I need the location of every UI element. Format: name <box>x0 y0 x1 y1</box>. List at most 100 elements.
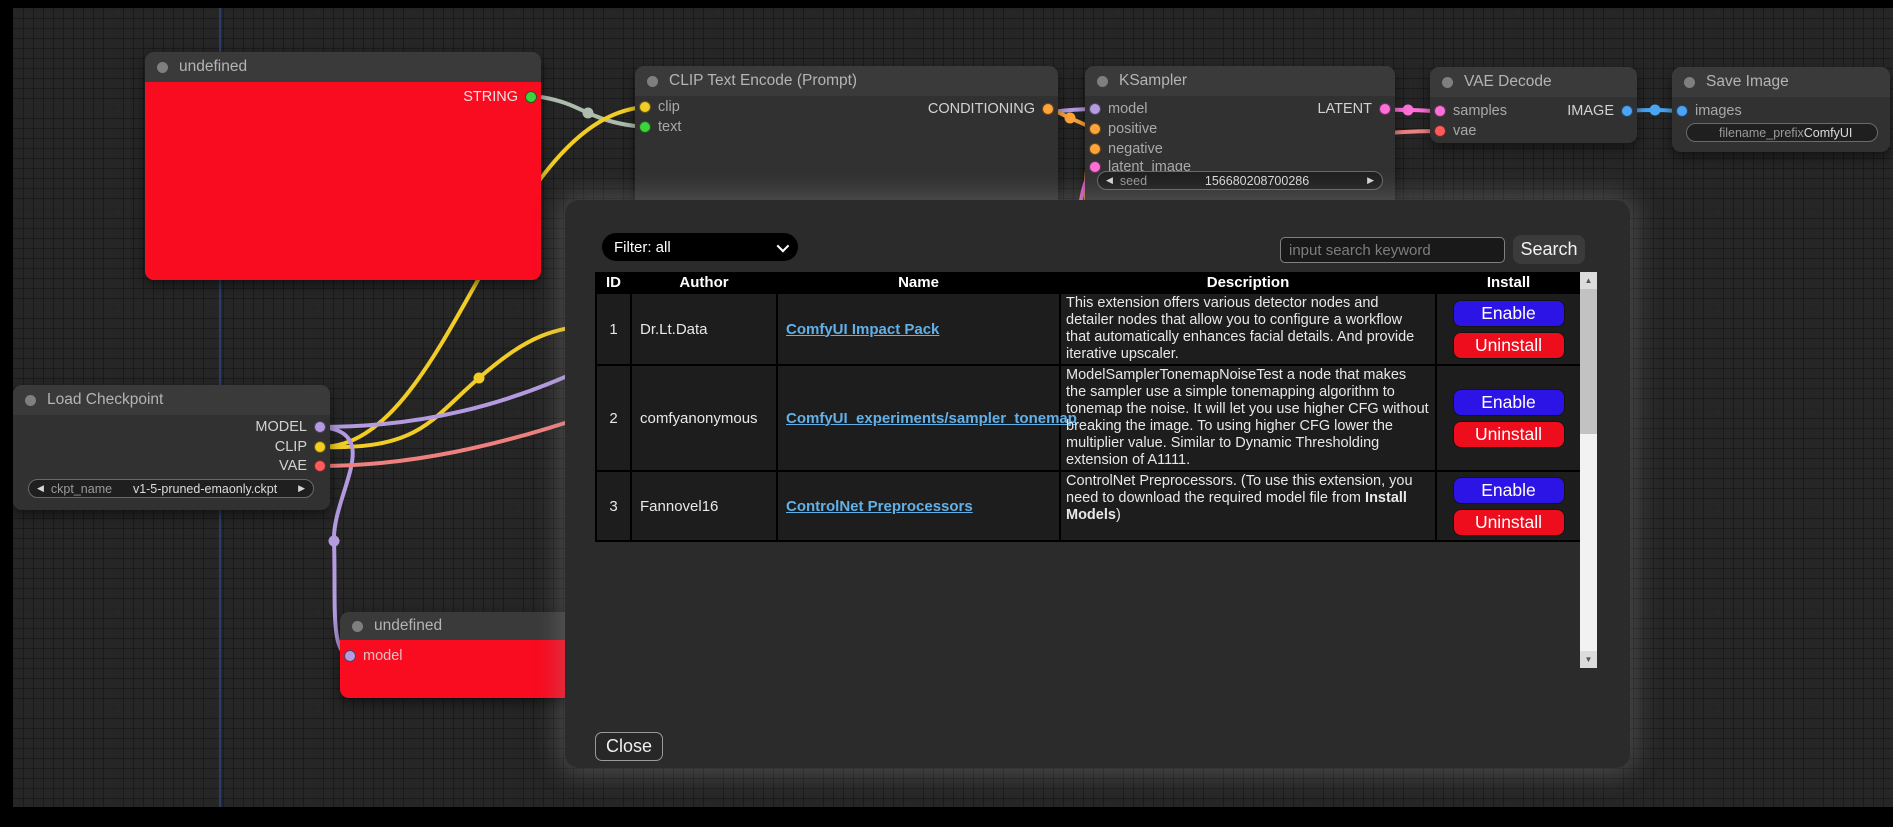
output-dot-model[interactable] <box>314 421 326 433</box>
node-title: undefined <box>374 617 442 635</box>
collapse-dot-icon[interactable] <box>1442 77 1453 88</box>
output-slot-model: MODEL <box>255 418 326 436</box>
cell-id: 1 <box>596 293 631 365</box>
search-button[interactable]: Search <box>1513 235 1585 264</box>
input-dot-model[interactable] <box>344 650 356 662</box>
output-dot-latent[interactable] <box>1379 103 1391 115</box>
input-slot-negative: negative <box>1089 140 1163 158</box>
search-input[interactable] <box>1280 237 1505 263</box>
input-slot-text: text <box>639 118 681 136</box>
cell-description: This extension offers various detector n… <box>1060 293 1436 365</box>
node-title: CLIP Text Encode (Prompt) <box>669 72 857 90</box>
cell-install: Enable Uninstall <box>1436 471 1581 541</box>
description-text: This extension offers various detector n… <box>1066 295 1414 362</box>
collapse-dot-icon[interactable] <box>1684 77 1695 88</box>
extensions-table: ID Author Name Description Install 1Dr.L… <box>595 272 1582 542</box>
cell-id: 3 <box>596 471 631 541</box>
node-vae-decode[interactable]: VAE Decode samples vae IMAGE <box>1430 67 1637 143</box>
increment-arrow-icon[interactable]: ▶ <box>298 484 305 493</box>
output-slot-vae: VAE <box>279 457 326 475</box>
output-slot-latent: LATENT <box>1317 100 1391 118</box>
input-dot-clip[interactable] <box>639 101 651 113</box>
input-slot-clip: clip <box>639 98 680 116</box>
input-slot-positive: positive <box>1089 120 1157 138</box>
decrement-arrow-icon[interactable]: ◀ <box>37 484 44 493</box>
collapse-dot-icon[interactable] <box>1097 76 1108 87</box>
table-row: 1Dr.Lt.Data ComfyUI Impact Pack This exten… <box>596 293 1581 365</box>
cell-description: ModelSamplerTonemapNoiseTest a node that… <box>1060 365 1436 471</box>
table-header-row: ID Author Name Description Install <box>596 272 1581 293</box>
input-dot-positive[interactable] <box>1089 123 1101 135</box>
output-dot-conditioning[interactable] <box>1042 103 1054 115</box>
input-dot-negative[interactable] <box>1089 143 1101 155</box>
ckpt-name-widget[interactable]: ◀ ckpt_name v1-5-pruned-emaonly.ckpt ▶ <box>28 479 314 498</box>
node-load-checkpoint[interactable]: Load Checkpoint MODEL CLIP VAE ◀ ckpt_na… <box>13 385 330 510</box>
scroll-up-icon[interactable]: ▲ <box>1580 272 1597 289</box>
uninstall-button[interactable]: Uninstall <box>1453 332 1565 359</box>
input-dot-samples[interactable] <box>1434 105 1446 117</box>
enable-button[interactable]: Enable <box>1453 300 1565 327</box>
collapse-dot-icon[interactable] <box>647 76 658 87</box>
output-slot-string: STRING <box>463 88 537 106</box>
output-dot-image[interactable] <box>1621 105 1633 117</box>
col-header-description: Description <box>1060 272 1436 293</box>
input-dot-text[interactable] <box>639 121 651 133</box>
col-header-author: Author <box>631 272 777 293</box>
node-title: KSampler <box>1119 72 1187 90</box>
output-slot-clip: CLIP <box>275 438 326 456</box>
enable-button[interactable]: Enable <box>1453 389 1565 416</box>
node-undefined-top[interactable]: undefined STRING <box>145 52 541 280</box>
seed-widget[interactable]: ◀ seed 156680208700286 ▶ <box>1097 171 1383 190</box>
col-header-name: Name <box>777 272 1060 293</box>
cell-description: ControlNet Preprocessors. (To use this e… <box>1060 471 1436 541</box>
cell-install: Enable Uninstall <box>1436 365 1581 471</box>
decrement-arrow-icon[interactable]: ◀ <box>1106 176 1113 185</box>
input-slot-images: images <box>1676 102 1742 120</box>
node-title: Load Checkpoint <box>47 391 163 409</box>
input-slot-samples: samples <box>1434 102 1507 120</box>
extension-link[interactable]: ComfyUI_experiments/sampler_tonemap <box>786 410 1077 427</box>
cell-install: Enable Uninstall <box>1436 293 1581 365</box>
cell-author: Fannovel16 <box>631 471 777 541</box>
collapse-dot-icon[interactable] <box>352 621 363 632</box>
table-scrollbar[interactable]: ▲ ▼ <box>1580 272 1597 668</box>
node-ksampler[interactable]: KSampler model positive negative latent_… <box>1085 66 1395 211</box>
uninstall-button[interactable]: Uninstall <box>1453 421 1565 448</box>
cell-author: comfyanonymous <box>631 365 777 471</box>
collapse-dot-icon[interactable] <box>157 62 168 73</box>
chevron-down-icon <box>777 239 790 252</box>
cell-author: Dr.Lt.Data <box>631 293 777 365</box>
description-text: ) <box>1116 507 1121 523</box>
collapse-dot-icon[interactable] <box>25 395 36 406</box>
uninstall-button[interactable]: Uninstall <box>1453 509 1565 536</box>
node-clip-text-encode[interactable]: CLIP Text Encode (Prompt) clip text COND… <box>635 66 1058 211</box>
custom-nodes-dialog: Filter: all Search ID Author Name Descri… <box>565 200 1630 768</box>
scrollbar-thumb[interactable] <box>1580 289 1597 434</box>
output-dot-clip[interactable] <box>314 441 326 453</box>
col-header-id: ID <box>596 272 631 293</box>
input-slot-model: model <box>1089 100 1148 118</box>
table-row: 2comfyanonymousComfyUI_experiments/sampl… <box>596 365 1581 471</box>
extensions-table-body: 1Dr.Lt.Data ComfyUI Impact Pack This exten… <box>596 293 1581 541</box>
cell-name: ComfyUI Impact Pack <box>777 293 1060 365</box>
scroll-down-icon[interactable]: ▼ <box>1580 651 1597 668</box>
input-slot-model: model <box>344 647 403 665</box>
extension-link[interactable]: ControlNet Preprocessors <box>786 498 973 515</box>
input-dot-images[interactable] <box>1676 105 1688 117</box>
filter-select[interactable]: Filter: all <box>602 233 798 261</box>
extension-link[interactable]: ComfyUI Impact Pack <box>786 321 939 338</box>
filename-prefix-widget[interactable]: filename_prefix ComfyUI <box>1686 123 1878 142</box>
node-save-image[interactable]: Save Image images filename_prefix ComfyU… <box>1672 67 1890 152</box>
input-dot-vae[interactable] <box>1434 125 1446 137</box>
cell-name: ComfyUI_experiments/sampler_tonemap <box>777 365 1060 471</box>
increment-arrow-icon[interactable]: ▶ <box>1367 176 1374 185</box>
input-dot-latent-image[interactable] <box>1089 161 1101 173</box>
output-slot-conditioning: CONDITIONING <box>928 100 1054 118</box>
node-undefined-bottom[interactable]: undefined model <box>340 612 585 698</box>
input-dot-model[interactable] <box>1089 103 1101 115</box>
output-dot-string[interactable] <box>525 91 537 103</box>
enable-button[interactable]: Enable <box>1453 477 1565 504</box>
output-dot-vae[interactable] <box>314 460 326 472</box>
close-button[interactable]: Close <box>595 732 663 761</box>
col-header-install: Install <box>1436 272 1581 293</box>
